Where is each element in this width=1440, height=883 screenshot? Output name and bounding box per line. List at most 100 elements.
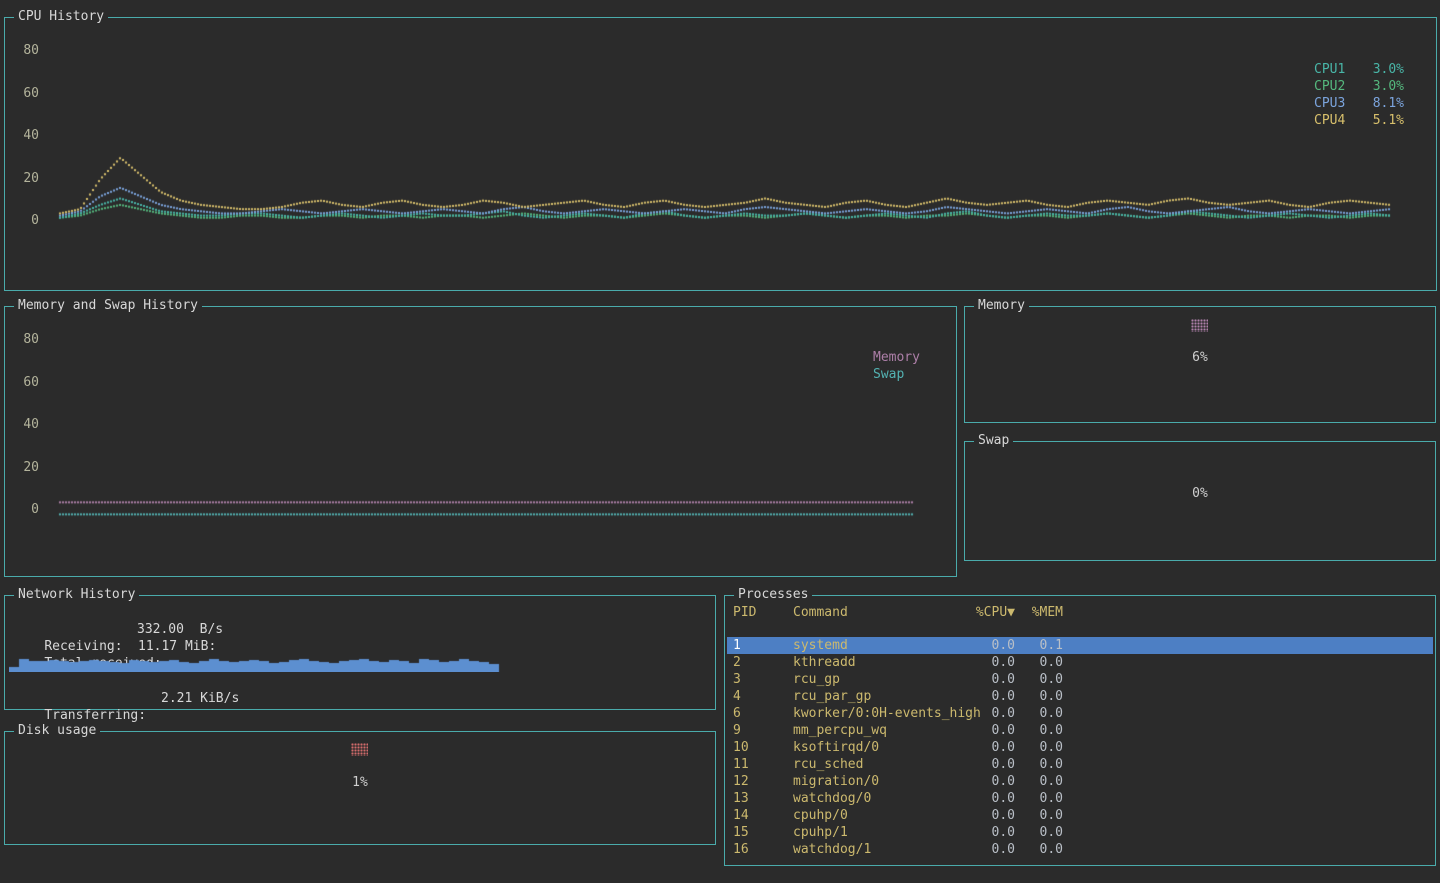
process-command: mm_percpu_wq [793, 722, 887, 739]
disk-usage-percent: 1% [5, 774, 715, 791]
process-row[interactable]: 9 mm_percpu_wq 0.0 0.0 [727, 722, 1433, 739]
process-pid: 4 [733, 688, 741, 705]
y-axis-tick: 80 [13, 43, 39, 59]
y-axis-tick: 60 [13, 86, 39, 102]
network-history-panel: Network History Receiving: 332.00 B/s To… [4, 595, 716, 710]
process-mem: 0.0 [1019, 790, 1063, 807]
process-command: kthreadd [793, 654, 856, 671]
process-row[interactable]: 15 cpuhp/1 0.0 0.0 [727, 824, 1433, 841]
network-transferring-line: Transferring: 2.21 KiB/s [13, 690, 707, 707]
process-cpu: 0.0 [957, 790, 1015, 807]
cpu2-value: 3.0% [1373, 78, 1404, 95]
swap-legend-item: Swap [873, 366, 920, 383]
process-row[interactable]: 12 migration/0 0.0 0.0 [727, 773, 1433, 790]
column-header-pid[interactable]: PID [733, 604, 756, 621]
process-pid: 11 [733, 756, 749, 773]
process-cpu: 0.0 [957, 739, 1015, 756]
process-row[interactable]: 13 watchdog/0 0.0 0.0 [727, 790, 1433, 807]
cpu4-value: 5.1% [1373, 112, 1404, 129]
network-receiving-line: Receiving: 332.00 B/s [13, 621, 707, 638]
memory-usage-dots [1191, 319, 1208, 332]
process-pid: 2 [733, 654, 741, 671]
process-pid: 3 [733, 671, 741, 688]
cpu1-label: CPU1 [1314, 61, 1345, 78]
process-cpu: 0.0 [957, 688, 1015, 705]
processes-title: Processes [734, 587, 812, 603]
process-row[interactable]: 14 cpuhp/0 0.0 0.0 [727, 807, 1433, 824]
process-cpu: 0.0 [957, 654, 1015, 671]
process-mem: 0.0 [1019, 773, 1063, 790]
process-mem: 0.0 [1019, 807, 1063, 824]
process-row[interactable]: 3 rcu_gp 0.0 0.0 [727, 671, 1433, 688]
cpu-history-panel: CPU History 80 60 40 20 0 CPU1 3.0% CPU2… [4, 17, 1437, 291]
disk-usage-title: Disk usage [14, 723, 100, 739]
cpu3-value: 8.1% [1373, 95, 1404, 112]
column-header-cpu-sort-desc[interactable]: %CPU▼ [957, 604, 1015, 621]
disk-usage-dots [351, 743, 368, 756]
process-mem: 0.0 [1019, 841, 1063, 858]
process-mem: 0.0 [1019, 654, 1063, 671]
process-cpu: 0.0 [957, 722, 1015, 739]
network-receiving-chart [9, 650, 505, 672]
process-mem: 0.0 [1019, 722, 1063, 739]
cpu4-legend-item: CPU4 5.1% [1314, 112, 1404, 129]
y-axis-tick: 80 [13, 332, 39, 348]
process-mem: 0.0 [1019, 756, 1063, 773]
process-row[interactable]: 11 rcu_sched 0.0 0.0 [727, 756, 1433, 773]
column-header-mem[interactable]: %MEM [1019, 604, 1063, 621]
process-pid: 9 [733, 722, 741, 739]
process-cpu: 0.0 [957, 841, 1015, 858]
process-row[interactable]: 16 watchdog/1 0.0 0.0 [727, 841, 1433, 858]
memory-swap-history-chart [5, 307, 956, 576]
y-axis-tick: 0 [13, 213, 39, 229]
process-pid: 15 [733, 824, 749, 841]
disk-usage-panel: Disk usage 1% [4, 731, 716, 845]
memory-swap-history-panel: Memory and Swap History 80 60 40 20 0 Me… [4, 306, 957, 577]
swap-panel-title: Swap [974, 433, 1013, 449]
process-command: ksoftirqd/0 [793, 739, 879, 756]
process-cpu: 0.0 [957, 824, 1015, 841]
process-pid: 6 [733, 705, 741, 722]
process-row[interactable]: 10 ksoftirqd/0 0.0 0.0 [727, 739, 1433, 756]
memory-swap-legend: Memory Swap [873, 349, 920, 383]
process-command: rcu_gp [793, 671, 840, 688]
process-cpu: 0.0 [957, 807, 1015, 824]
process-row-selected[interactable]: 1 systemd 0.0 0.1 [727, 637, 1433, 654]
process-command: migration/0 [793, 773, 879, 790]
process-command: systemd [793, 637, 848, 654]
process-command: watchdog/1 [793, 841, 871, 858]
process-pid: 16 [733, 841, 749, 858]
process-mem: 0.0 [1019, 671, 1063, 688]
memory-panel-title: Memory [974, 298, 1029, 314]
process-command: rcu_sched [793, 756, 863, 773]
terminal-system-monitor: { "colors": { "background": "#2b2b2b", "… [0, 0, 1440, 883]
process-cpu: 0.0 [957, 705, 1015, 722]
memory-usage-panel: Memory 6% [964, 306, 1436, 423]
column-header-command[interactable]: Command [793, 604, 848, 621]
process-mem: 0.0 [1019, 824, 1063, 841]
y-axis-tick: 60 [13, 375, 39, 391]
y-axis-tick: 40 [13, 128, 39, 144]
transferring-label: Transferring: [44, 708, 146, 723]
process-pid: 10 [733, 739, 749, 756]
process-mem: 0.0 [1019, 739, 1063, 756]
process-mem: 0.1 [1019, 637, 1063, 654]
y-axis-tick: 40 [13, 417, 39, 433]
cpu2-label: CPU2 [1314, 78, 1345, 95]
process-row[interactable]: 6 kworker/0:0H-events_high 0.0 0.0 [727, 705, 1433, 722]
process-row[interactable]: 2 kthreadd 0.0 0.0 [727, 654, 1433, 671]
process-pid: 14 [733, 807, 749, 824]
cpu2-legend-item: CPU2 3.0% [1314, 78, 1404, 95]
memory-usage-percent: 6% [965, 349, 1435, 366]
process-row[interactable]: 4 rcu_par_gp 0.0 0.0 [727, 688, 1433, 705]
y-axis-tick: 20 [13, 460, 39, 476]
process-mem: 0.0 [1019, 688, 1063, 705]
y-axis-tick: 20 [13, 171, 39, 187]
y-axis-tick: 0 [13, 502, 39, 518]
process-cpu: 0.0 [957, 671, 1015, 688]
process-command: kworker/0:0H-events_high [793, 705, 981, 722]
cpu1-value: 3.0% [1373, 61, 1404, 78]
process-cpu: 0.0 [957, 637, 1015, 654]
process-command: rcu_par_gp [793, 688, 871, 705]
process-cpu: 0.0 [957, 773, 1015, 790]
